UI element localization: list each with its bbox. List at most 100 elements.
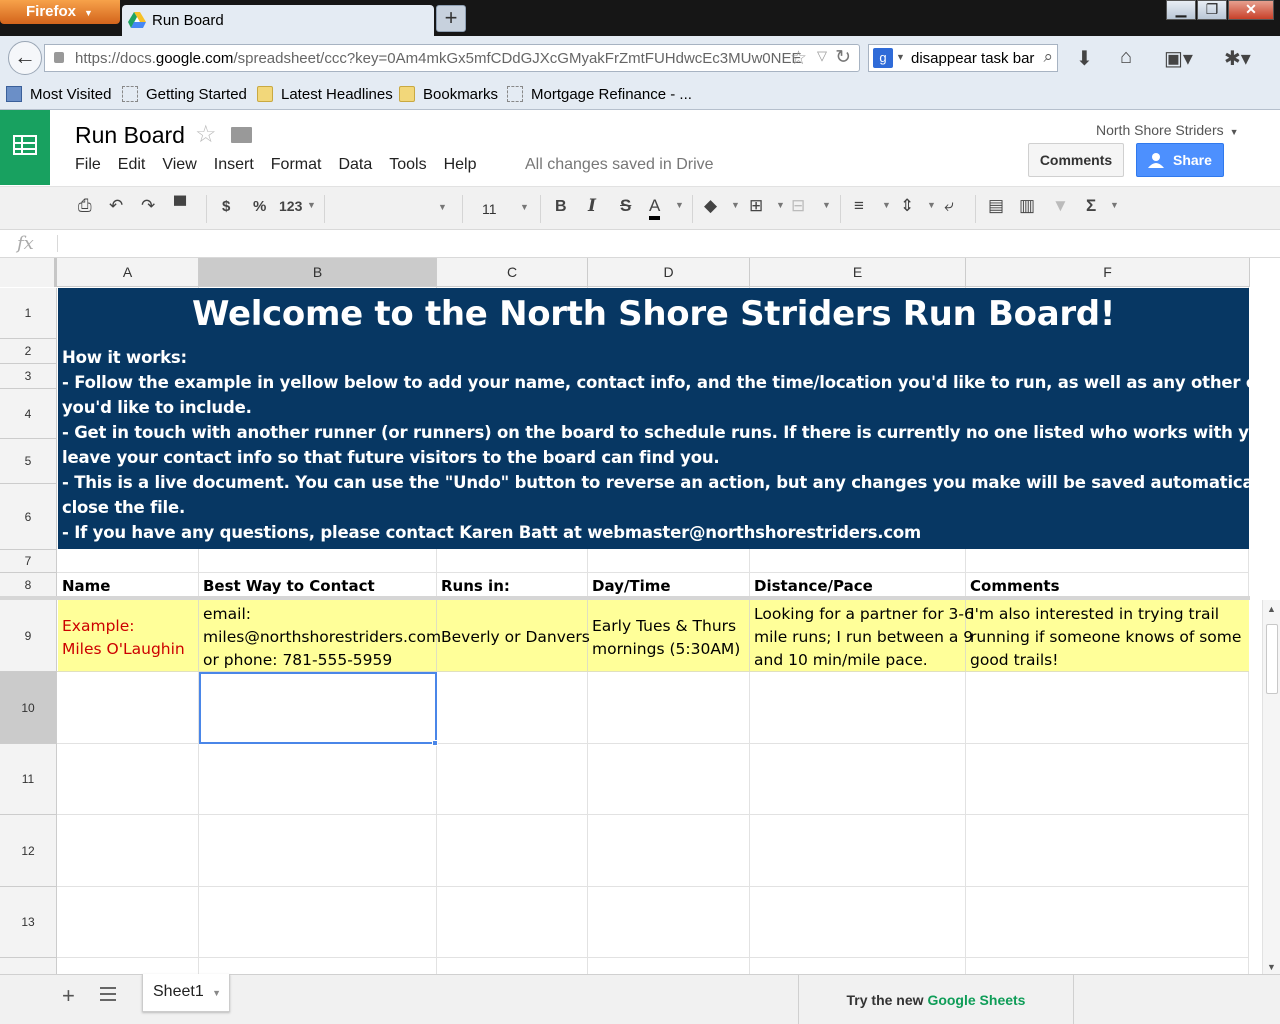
bookmark-most-visited[interactable]: Most Visited (6, 86, 111, 103)
addon-icon[interactable]: ▣▾ (1164, 46, 1193, 71)
percent-format-button[interactable]: % (253, 198, 266, 215)
undo-icon[interactable]: ↶ (109, 196, 123, 216)
url-bar[interactable]: https://docs.google.com/spreadsheet/ccc?… (44, 44, 860, 72)
share-button[interactable]: Share (1136, 143, 1224, 177)
italic-button[interactable]: I (588, 196, 596, 216)
chart-icon[interactable]: ▥ (1019, 196, 1035, 216)
header-name[interactable]: Name (62, 577, 110, 595)
menu-help[interactable]: Help (444, 156, 477, 173)
menu-tools[interactable]: Tools (389, 156, 426, 173)
row-header-5[interactable]: 5 (0, 439, 57, 484)
comments-button[interactable]: Comments (1028, 143, 1124, 177)
paint-format-icon[interactable]: ▀ (174, 196, 186, 216)
borders-icon[interactable]: ⊞ (749, 196, 763, 216)
add-sheet-icon[interactable]: + (62, 983, 75, 1009)
header-day-time[interactable]: Day/Time (592, 577, 671, 595)
vertical-scrollbar[interactable]: ▲ ▼ (1262, 600, 1280, 974)
column-header-c[interactable]: C (437, 258, 588, 287)
filter-icon[interactable]: ▼ (1052, 196, 1069, 216)
row-header-9[interactable]: 9 (0, 600, 57, 672)
folder-icon[interactable] (231, 127, 252, 143)
star-icon[interactable]: ☆ (195, 120, 217, 149)
menu-format[interactable]: Format (271, 156, 322, 173)
font-family-select[interactable]: ▼ (326, 195, 454, 223)
wrap-text-icon[interactable]: ⤶ (944, 196, 954, 216)
fill-color-icon[interactable]: ◆ (704, 196, 717, 216)
comment-icon[interactable]: ▤ (988, 196, 1004, 216)
example-contact-cell[interactable]: email: miles@northshorestriders.com or p… (203, 603, 441, 672)
example-runs-in-cell[interactable]: Beverly or Danvers (441, 626, 590, 649)
close-icon[interactable]: ✕ (1228, 0, 1274, 20)
new-tab-button[interactable]: + (436, 5, 466, 32)
column-header-d[interactable]: D (588, 258, 750, 287)
chevron-down-icon[interactable]: ▼ (212, 988, 221, 998)
column-header-e[interactable]: E (750, 258, 966, 287)
try-new-sheets-link[interactable]: Try the new Google Sheets (798, 975, 1074, 1024)
search-input[interactable]: g ▼ disappear task bar ⌕ (868, 44, 1058, 72)
currency-format-button[interactable]: $ (222, 198, 230, 215)
sheet-tab-sheet1[interactable]: Sheet1 ▼ (142, 974, 230, 1012)
search-icon[interactable]: ⌕ (1043, 47, 1053, 67)
column-header-a[interactable]: A (57, 258, 199, 287)
row-header-7[interactable]: 7 (0, 550, 57, 573)
extension-icon[interactable]: ✱▾ (1224, 46, 1251, 71)
menu-edit[interactable]: Edit (118, 156, 146, 173)
vertical-align-icon[interactable]: ⇕ (900, 196, 914, 216)
header-runs-in[interactable]: Runs in: (441, 577, 510, 595)
example-name-cell[interactable]: Example: Miles O'Laughin (62, 615, 185, 661)
browser-tab[interactable]: Run Board (122, 5, 434, 36)
row-header-1[interactable]: 1 (0, 288, 57, 339)
row-header-2[interactable]: 2 (0, 339, 57, 364)
menu-file[interactable]: File (75, 156, 101, 173)
row-header-6[interactable]: 6 (0, 484, 57, 550)
url-history-dropdown-icon[interactable]: ▽ (817, 48, 827, 64)
download-icon[interactable]: ⬇ (1076, 46, 1093, 71)
bookmark-getting-started[interactable]: Getting Started (122, 86, 247, 103)
bookmark-bookmarks[interactable]: Bookmarks (399, 86, 498, 103)
maximize-icon[interactable]: ❐ (1197, 0, 1227, 20)
merge-cells-icon[interactable]: ⊟ (791, 196, 805, 216)
redo-icon[interactable]: ↷ (141, 196, 155, 216)
chevron-down-icon[interactable]: ▼ (896, 52, 905, 62)
example-comments-cell[interactable]: I'm also interested in trying trail runn… (970, 603, 1241, 672)
header-comments[interactable]: Comments (970, 577, 1060, 595)
reload-icon[interactable]: ↻ (835, 46, 851, 69)
header-contact[interactable]: Best Way to Contact (203, 577, 375, 595)
sheets-logo-icon[interactable] (0, 110, 50, 185)
row-header-10[interactable]: 10 (0, 672, 57, 744)
selected-cell-b10[interactable] (199, 672, 437, 744)
bookmark-latest-headlines[interactable]: Latest Headlines (257, 86, 393, 103)
bookmark-star-icon[interactable]: ☆ (790, 47, 807, 70)
row-header-12[interactable]: 12 (0, 815, 57, 887)
save-status[interactable]: All changes saved in Drive (525, 156, 714, 174)
row-header-13[interactable]: 13 (0, 887, 57, 958)
document-title[interactable]: Run Board (75, 122, 185, 149)
text-color-button[interactable]: A (649, 196, 661, 220)
bookmark-mortgage[interactable]: Mortgage Refinance - ... (507, 86, 692, 103)
row-header-14[interactable] (0, 958, 57, 974)
welcome-banner[interactable]: Welcome to the North Shore Striders Run … (58, 288, 1262, 549)
select-all-corner[interactable] (0, 258, 57, 287)
column-header-f[interactable]: F (966, 258, 1250, 287)
fill-handle[interactable] (432, 740, 438, 746)
scroll-up-icon[interactable]: ▲ (1267, 604, 1276, 614)
scroll-down-icon[interactable]: ▼ (1267, 962, 1276, 972)
firefox-menu-button[interactable]: Firefox ▼ (0, 0, 120, 24)
row-header-11[interactable]: 11 (0, 744, 57, 815)
align-left-icon[interactable]: ≡ (854, 196, 864, 216)
search-engine-icon[interactable]: g (873, 48, 893, 68)
column-header-b[interactable]: B (199, 258, 437, 287)
account-menu[interactable]: North Shore Striders ▼ (1096, 122, 1239, 138)
back-button[interactable]: ← (8, 41, 42, 75)
minimize-icon[interactable]: ▁ (1166, 0, 1196, 20)
menu-view[interactable]: View (162, 156, 196, 173)
all-sheets-menu-icon[interactable] (100, 987, 116, 1001)
menu-insert[interactable]: Insert (214, 156, 254, 173)
row-header-3[interactable]: 3 (0, 364, 57, 389)
bold-button[interactable]: B (555, 198, 567, 216)
menu-data[interactable]: Data (338, 156, 372, 173)
example-day-time-cell[interactable]: Early Tues & Thurs mornings (5:30AM) (592, 615, 740, 661)
scrollbar-thumb[interactable] (1266, 624, 1278, 694)
print-icon[interactable]: ⎙ (78, 196, 92, 216)
number-format-button[interactable]: 123 (279, 198, 302, 214)
